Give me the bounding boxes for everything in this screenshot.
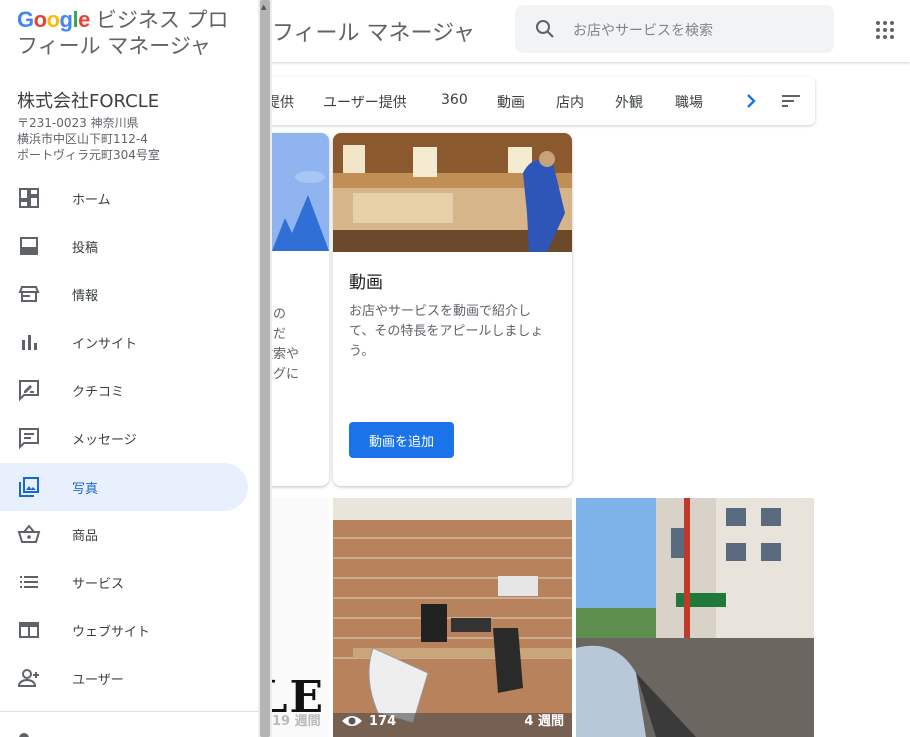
bar-chart-icon (22, 335, 37, 350)
video-card-description: お店やサービスを動画で紹介して、その特長をアピールしましょう。 (349, 304, 544, 359)
business-name: 株式会社FORCLE (17, 91, 160, 112)
tab-exterior[interactable]: 外観 (615, 92, 643, 112)
eye-icon (342, 716, 362, 726)
view-count: 174 (369, 714, 397, 729)
message-icon (19, 428, 39, 450)
tab-workplace[interactable]: 職場 (675, 92, 703, 112)
brand-header: Google ビジネス プロフィール マネージャ (17, 7, 247, 59)
list-icon (20, 576, 38, 588)
sidebar-item-label: ホーム (72, 193, 111, 208)
tab-360[interactable]: 360 (441, 92, 468, 108)
add-video-button[interactable]: 動画を追加 (349, 422, 454, 458)
photo-tile-street[interactable] (576, 498, 814, 737)
sidebar-item-label: ウェブサイト (72, 625, 151, 640)
drawer-divider (0, 711, 258, 712)
sidebar-item-label: クチコミ (72, 385, 125, 400)
sidebar-item-services[interactable]: サービス (0, 558, 248, 606)
person-add-icon (17, 669, 39, 687)
sidebar-item-products[interactable]: 商品 (0, 510, 248, 558)
shopping-basket-icon (17, 524, 41, 543)
sidebar-item-label: インサイト (72, 337, 138, 352)
sidebar-item-messages[interactable]: メッセージ (0, 414, 248, 462)
scrollbar-thumb[interactable] (260, 0, 270, 737)
tab-interior[interactable]: 店内 (556, 92, 584, 112)
sidebar-item-info[interactable]: 情報 (0, 270, 248, 318)
storefront-icon (18, 286, 40, 302)
sidebar-item-users[interactable]: ユーザー (0, 654, 248, 702)
photo-library-icon (19, 477, 39, 497)
photo-category-tabs: 提供 ユーザー提供 360 動画 店内 外観 職場 (236, 77, 815, 125)
photo-tile-office[interactable]: 174 4 週間 (333, 498, 572, 737)
tab-video[interactable]: 動画 (497, 92, 525, 112)
rate-review-icon (19, 380, 39, 402)
sidebar-item-label: 写真 (72, 482, 99, 497)
sidebar-item-insights[interactable]: インサイト (0, 318, 248, 366)
sidebar-item-photos[interactable]: 写真 (0, 463, 248, 511)
office-photo (333, 498, 572, 737)
sidebar-item-label: 情報 (72, 289, 99, 304)
sidebar-item-posts[interactable]: 投稿 (0, 222, 248, 270)
business-address: 〒231-0023 神奈川県 横浜市中区山下町112-4 ポートヴィラ元町304… (17, 116, 160, 162)
scroll-up-arrow-icon[interactable]: ▲ (261, 3, 266, 11)
drawer-scrollbar[interactable]: ▲ (258, 0, 272, 737)
google-logo: Google (17, 7, 90, 32)
app-title-fragment: フィール マネージャ (272, 21, 476, 46)
street-photo (576, 498, 814, 737)
sidebar-item-reviews[interactable]: クチコミ (0, 366, 248, 414)
web-icon (19, 622, 39, 638)
video-card-title: 動画 (349, 273, 383, 293)
sidebar-item-home[interactable]: ホーム (0, 174, 248, 222)
search-box[interactable]: お店やサービスを検索 (515, 5, 834, 53)
shop-interior-photo (333, 133, 572, 252)
sidebar-item-label: メッセージ (72, 433, 137, 448)
search-icon (536, 20, 554, 38)
sidebar-item-label: 投稿 (72, 241, 99, 256)
dashboard-icon (19, 188, 39, 208)
sidebar-item-partial[interactable] (17, 728, 257, 737)
navigation-drawer: Google ビジネス プロフィール マネージャ 株式会社FORCLE 〒231-… (0, 0, 258, 737)
sidebar-item-label: サービス (72, 577, 125, 592)
tab-customer[interactable]: ユーザー提供 (323, 92, 407, 112)
posts-icon (20, 237, 38, 255)
apps-grid-icon[interactable] (870, 15, 900, 45)
search-placeholder[interactable]: お店やサービスを検索 (573, 20, 713, 40)
chevron-right-icon[interactable] (739, 89, 763, 113)
tile-age-label: 19 週間 (272, 714, 321, 729)
sidebar-item-website[interactable]: ウェブサイト (0, 606, 248, 654)
sidebar-item-label: ユーザー (72, 673, 124, 688)
sort-icon[interactable] (779, 89, 803, 113)
partial-item-icon (19, 733, 29, 737)
video-card: 動画 お店やサービスを動画で紹介して、その特長をアピールしましょう。 動画を追加 (333, 133, 572, 486)
tile-age-label: 4 週間 (524, 714, 564, 729)
sidebar-item-label: 商品 (72, 529, 99, 544)
